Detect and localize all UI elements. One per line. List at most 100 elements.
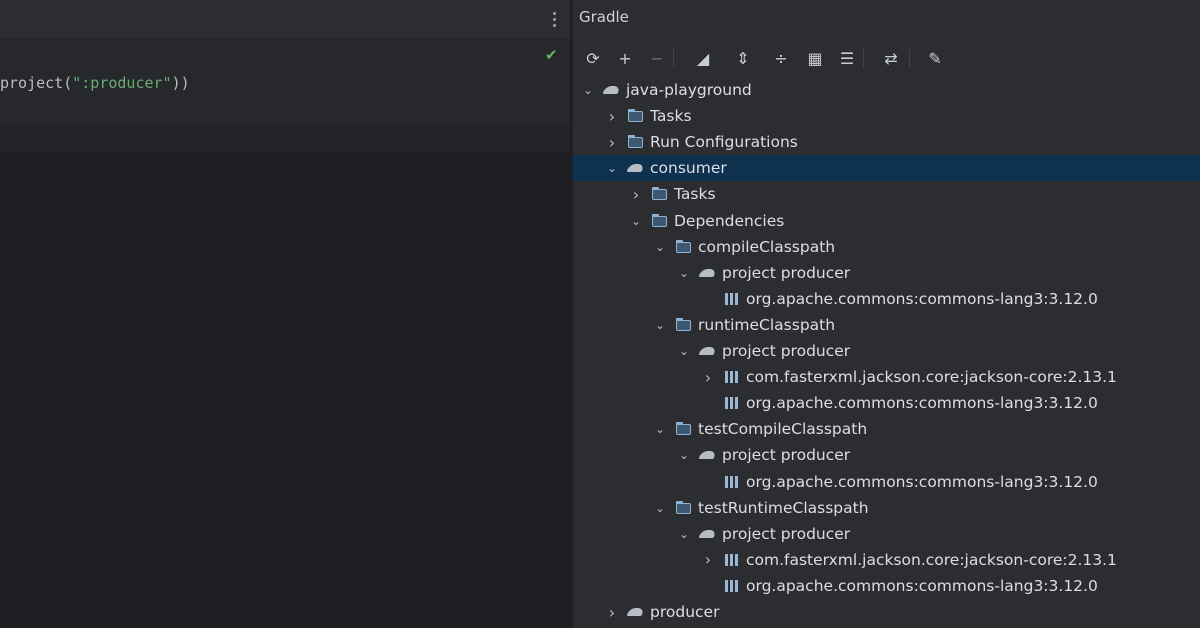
tree-node-label: Tasks (674, 185, 716, 204)
tree-node[interactable]: › Tasks (573, 103, 1200, 129)
folder-icon (675, 500, 693, 516)
chevron-down-icon[interactable]: ⌄ (605, 161, 619, 175)
toggle-offline-icon[interactable]: ⇄ (879, 46, 903, 70)
chevron-right-icon[interactable]: › (605, 107, 619, 126)
tree-node-label: testCompileClasspath (698, 420, 868, 439)
show-dependencies-icon[interactable]: ☰ (835, 46, 859, 70)
code-close: )) (171, 74, 190, 92)
tree-node-label: com.fasterxml.jackson.core:jackson-core:… (746, 550, 1117, 569)
reload-icon[interactable]: ⟳ (581, 46, 605, 70)
tree-node[interactable]: ⌄ java-playground (573, 77, 1200, 103)
tree-node[interactable]: ⌄ project producer (573, 442, 1200, 468)
editor-tab-bar (0, 0, 570, 38)
group-modules-icon[interactable]: ▦ (803, 46, 827, 70)
gradle-project-icon (699, 265, 717, 281)
tree-node[interactable]: ⌄ runtimeClasspath (573, 312, 1200, 338)
no-problems-check-icon[interactable]: ✔ (545, 47, 561, 63)
tree-node[interactable]: ⌄ testCompileClasspath (573, 416, 1200, 442)
tree-node-label: project producer (722, 524, 851, 543)
tree-node[interactable]: › producer (573, 599, 1200, 625)
tree-node-label: Run Configurations (650, 133, 798, 152)
gradle-toolbar: ⟳ + − ◢ ⇕ ÷ ▦ ☰ ⇄ ✎ (573, 42, 1200, 74)
chevron-right-icon[interactable]: › (605, 603, 619, 622)
toolbar-separator (673, 49, 674, 67)
code-editor[interactable]: ✔ project(":producer")) (0, 0, 570, 628)
collapse-all-icon[interactable]: ÷ (769, 46, 793, 70)
gradle-project-icon (603, 82, 621, 98)
tree-node[interactable]: ›org.apache.commons:commons-lang3:3.12.0 (573, 286, 1200, 312)
tree-node-label: Dependencies (674, 211, 785, 230)
gradle-project-icon (627, 160, 645, 176)
library-icon (723, 395, 741, 411)
expand-all-icon[interactable]: ⇕ (731, 46, 755, 70)
folder-icon (651, 213, 669, 229)
tree-node-label: project producer (722, 342, 851, 360)
tree-node-label: Tasks (650, 107, 692, 126)
tree-node-label: compileClasspath (698, 237, 836, 256)
chevron-right-icon[interactable]: › (701, 550, 715, 569)
tree-node[interactable]: › com.fasterxml.jackson.core:jackson-core… (573, 364, 1200, 390)
tree-node-label: producer (650, 603, 720, 621)
tree-node-label: org.apache.commons:commons-lang3:3.12.0 (746, 394, 1098, 413)
tree-node-label: com.fasterxml.jackson.core:jackson-core:… (746, 368, 1117, 387)
tree-node-label: runtimeClasspath (698, 315, 836, 334)
chevron-right-icon[interactable]: › (629, 185, 643, 204)
code-call: project( (0, 74, 73, 92)
tree-node-label: java-playground (626, 81, 752, 99)
tree-node[interactable]: ⌄ compileClasspath (573, 234, 1200, 260)
folder-icon (675, 239, 693, 255)
chevron-down-icon[interactable]: ⌄ (653, 318, 667, 332)
tree-node-label: org.apache.commons:commons-lang3:3.12.0 (746, 472, 1098, 491)
tree-node[interactable]: ⌄ testRuntimeClasspath (573, 495, 1200, 521)
tree-node[interactable]: ⌄ Dependencies (573, 208, 1200, 234)
library-icon (723, 552, 741, 568)
remove-icon[interactable]: − (645, 46, 669, 70)
tree-node-label: testRuntimeClasspath (698, 498, 869, 517)
chevron-down-icon[interactable]: ⌄ (653, 422, 667, 436)
gradle-project-icon (627, 604, 645, 620)
tree-node[interactable]: › com.fasterxml.jackson.core:jackson-core… (573, 547, 1200, 573)
tree-node[interactable]: › Tasks (573, 181, 1200, 207)
tree-node[interactable]: ⌄ consumer (573, 155, 1200, 182)
tree-node[interactable]: › Run Configurations (573, 129, 1200, 155)
add-icon[interactable]: + (613, 46, 637, 70)
toolbar-separator (909, 49, 910, 67)
folder-icon (627, 134, 645, 150)
chevron-right-icon[interactable]: › (701, 368, 715, 387)
gradle-tool-window: Gradle ⟳ + − ◢ ⇕ ÷ ▦ ☰ ⇄ ✎ ⌄ java-playground › Tasks… (573, 0, 1200, 628)
tree-node[interactable]: ⌄ project producer (573, 260, 1200, 286)
tree-node-label: project producer (722, 446, 851, 465)
gradle-panel-title: Gradle (579, 8, 629, 26)
chevron-right-icon[interactable]: › (605, 133, 619, 152)
tree-node[interactable]: ›org.apache.commons:commons-lang3:3.12.0 (573, 573, 1200, 599)
tree-node[interactable]: ⌄ project producer (573, 338, 1200, 364)
folder-icon (627, 108, 645, 124)
more-options-icon[interactable] (548, 9, 560, 29)
code-line[interactable]: project(":producer")) (0, 70, 190, 96)
gradle-execute-icon[interactable]: ◢ (691, 46, 715, 70)
editor-current-line (0, 124, 570, 152)
code-string: ":producer" (72, 74, 172, 92)
chevron-down-icon[interactable]: ⌄ (677, 266, 691, 280)
chevron-down-icon[interactable]: ⌄ (677, 448, 691, 462)
chevron-down-icon[interactable]: ⌄ (581, 83, 595, 97)
chevron-down-icon[interactable]: ⌄ (677, 527, 691, 541)
gradle-project-icon (699, 526, 717, 542)
chevron-down-icon[interactable]: ⌄ (677, 344, 691, 358)
chevron-down-icon[interactable]: ⌄ (653, 240, 667, 254)
tree-node-label: consumer (650, 159, 727, 178)
tree-node[interactable]: ›org.apache.commons:commons-lang3:3.12.0 (573, 469, 1200, 495)
tree-node[interactable]: ›org.apache.commons:commons-lang3:3.12.0 (573, 390, 1200, 416)
chevron-down-icon[interactable]: ⌄ (653, 501, 667, 515)
build-settings-icon[interactable]: ✎ (923, 46, 947, 70)
tree-node[interactable]: ⌄ project producer (573, 521, 1200, 547)
folder-icon (675, 317, 693, 333)
folder-icon (675, 421, 693, 437)
gradle-project-icon (699, 343, 717, 359)
library-icon (723, 474, 741, 490)
tree-node-label: org.apache.commons:commons-lang3:3.12.0 (746, 576, 1098, 595)
tree-node-label: org.apache.commons:commons-lang3:3.12.0 (746, 289, 1098, 308)
chevron-down-icon[interactable]: ⌄ (629, 214, 643, 228)
library-icon (723, 578, 741, 594)
library-icon (723, 369, 741, 385)
